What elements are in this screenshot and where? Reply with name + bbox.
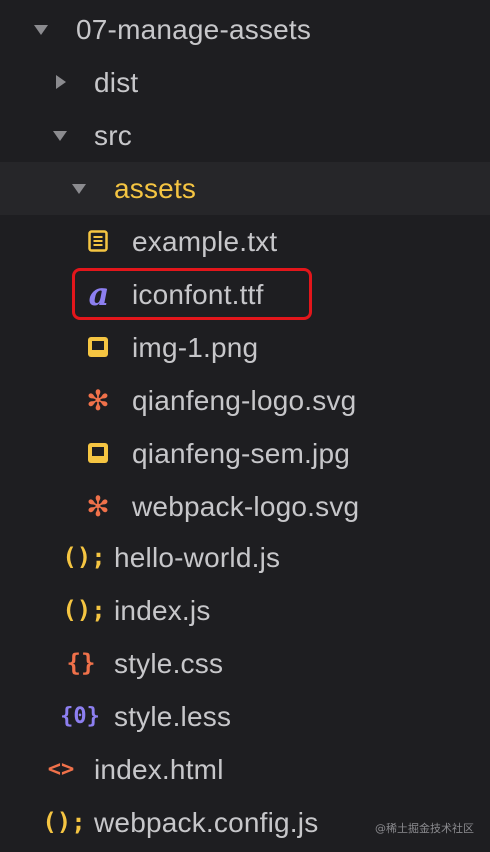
file-label: img-1.png: [132, 331, 259, 363]
file-label: index.html: [94, 753, 224, 785]
file-label: qianfeng-sem.jpg: [132, 437, 350, 469]
folder-label: dist: [94, 66, 139, 98]
chevron-right-icon[interactable]: [56, 75, 66, 89]
file-label: iconfont.ttf: [132, 278, 264, 310]
folder-label: src: [94, 119, 132, 151]
file-label: index.js: [114, 594, 211, 626]
folder-label: assets: [114, 172, 197, 204]
file-label: qianfeng-logo.svg: [132, 384, 357, 416]
file-label: hello-world.js: [114, 541, 281, 573]
file-qianfeng-logo-svg[interactable]: ✻ qianfeng-logo.svg: [0, 374, 490, 427]
chevron-down-icon[interactable]: [53, 131, 67, 141]
folder-label: 07-manage-assets: [76, 13, 312, 45]
svg-file-icon: ✻: [86, 489, 110, 523]
watermark: @稀土掘金技术社区: [375, 822, 474, 835]
js-file-icon: ();: [62, 596, 106, 624]
js-file-icon: ();: [62, 543, 106, 571]
file-style-less[interactable]: {0} style.less: [0, 690, 490, 743]
file-style-css[interactable]: {} style.css: [0, 637, 490, 690]
file-index-html[interactable]: <> index.html: [0, 743, 490, 796]
file-label: style.css: [114, 647, 224, 679]
image-file-icon: [87, 336, 109, 358]
font-file-icon: a: [88, 275, 110, 313]
svg-file-icon: ✻: [86, 383, 110, 417]
file-explorer-tree: 07-manage-assets dist src assets example…: [0, 0, 490, 852]
folder-dist[interactable]: dist: [0, 56, 490, 109]
image-file-icon: [87, 442, 109, 464]
file-webpack-logo-svg[interactable]: ✻ webpack-logo.svg: [0, 480, 490, 533]
chevron-down-icon[interactable]: [34, 25, 48, 35]
file-index-js[interactable]: (); index.js: [0, 584, 490, 637]
file-label: style.less: [114, 700, 232, 732]
html-file-icon: <>: [47, 756, 75, 782]
js-file-icon: ();: [42, 808, 86, 836]
file-label: webpack.config.js: [94, 806, 319, 838]
file-img-1-png[interactable]: img-1.png: [0, 321, 490, 374]
file-hello-world-js[interactable]: (); hello-world.js: [0, 531, 490, 584]
css-file-icon: {}: [66, 649, 96, 677]
folder-src[interactable]: src: [0, 109, 490, 162]
folder-assets[interactable]: assets: [0, 162, 490, 215]
file-iconfont-ttf[interactable]: a iconfont.ttf: [0, 268, 490, 321]
file-example-txt[interactable]: example.txt: [0, 215, 490, 268]
chevron-down-icon[interactable]: [72, 184, 86, 194]
folder-07-manage-assets[interactable]: 07-manage-assets: [0, 3, 490, 56]
text-file-icon: [88, 230, 108, 252]
less-file-icon: {0}: [60, 703, 100, 729]
file-label: webpack-logo.svg: [132, 490, 360, 522]
file-label: example.txt: [132, 225, 278, 257]
file-qianfeng-sem-jpg[interactable]: qianfeng-sem.jpg: [0, 427, 490, 480]
